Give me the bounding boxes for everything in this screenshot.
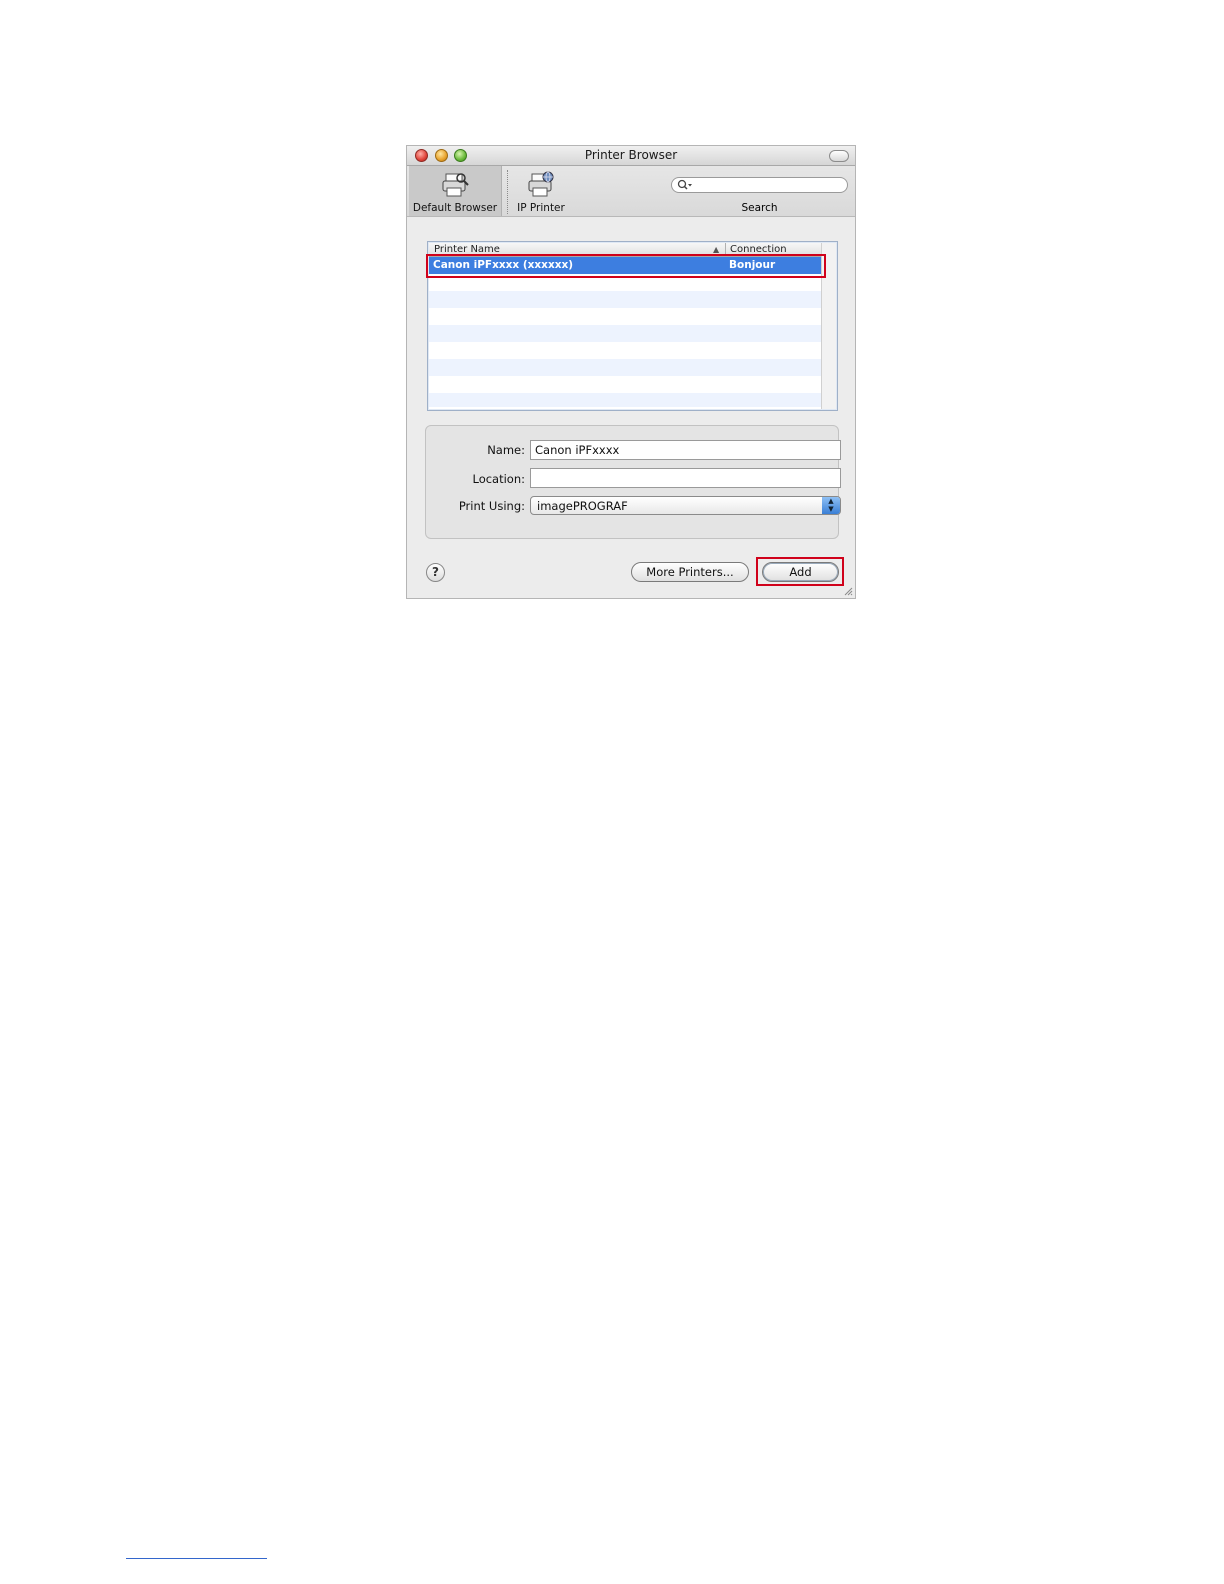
toolbar-toggle-button[interactable] [829,150,849,162]
toolbar-separator [507,170,508,214]
toolbar-default-browser[interactable]: Default Browser [409,166,502,216]
more-printers-button[interactable]: More Printers... [631,562,749,582]
search-icon [677,179,692,190]
name-label: Name: [487,443,525,457]
table-row [429,393,822,407]
title-bar[interactable]: Printer Browser [407,146,855,166]
print-using-select[interactable]: imagePROGRAF ▲ ▼ [530,496,841,515]
toolbar: Default Browser IP Printer Search [407,166,855,217]
column-header-printer-name[interactable]: Printer Name [434,244,500,255]
ip-printer-label: IP Printer [517,202,565,214]
printer-details-panel: Name: Canon iPFxxxx Location: Print Usin… [425,425,841,539]
toolbar-ip-printer[interactable]: IP Printer [511,166,571,216]
table-row [429,376,822,393]
printer-name-cell: Canon iPFxxxx (xxxxxx) [433,259,574,271]
table-row [429,291,822,308]
sort-ascending-icon: ▲ [713,245,720,254]
table-row-selected[interactable]: Canon iPFxxxx (xxxxxx) Bonjour [429,257,822,274]
table-row [429,325,822,342]
table-row [429,342,822,359]
printer-list[interactable]: Printer Name ▲ Connection Canon iPFxxxx … [427,241,838,411]
resize-grip-icon[interactable] [844,587,853,596]
column-header-connection[interactable]: Connection [730,244,787,255]
list-header: Printer Name ▲ Connection [429,243,822,257]
location-label: Location: [472,472,525,486]
window-title: Printer Browser [584,148,678,162]
name-field[interactable]: Canon iPFxxxx [530,440,841,460]
footnote-rule [126,1558,267,1559]
location-field[interactable] [530,468,841,488]
column-divider[interactable] [725,243,726,256]
print-using-label: Print Using: [458,499,525,513]
ip-printer-icon [528,171,554,197]
printer-search-icon [442,173,469,197]
help-button[interactable]: ? [426,563,445,582]
default-browser-label: Default Browser [412,202,498,214]
table-row [429,274,822,291]
select-arrows-icon: ▲ ▼ [822,497,840,514]
add-button[interactable]: Add [762,562,839,582]
search-label: Search [741,202,778,214]
list-scrollbar[interactable] [821,243,836,409]
table-row [429,359,822,376]
search-input[interactable] [671,177,848,193]
table-row [429,308,822,325]
printer-browser-window: Printer Browser Default Browser IP Print… [406,145,856,599]
list-rows: Canon iPFxxxx (xxxxxx) Bonjour [429,257,822,407]
connection-cell: Bonjour [729,259,776,271]
print-using-value: imagePROGRAF [537,499,628,513]
